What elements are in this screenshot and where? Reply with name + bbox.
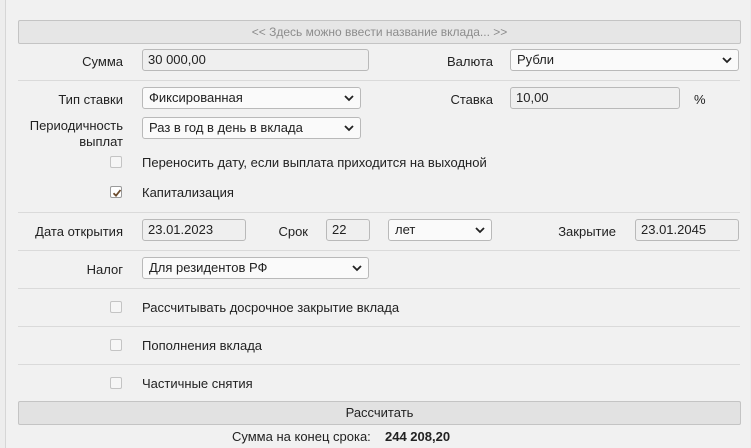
tax-select-value: Для резидентов РФ (149, 260, 268, 275)
move-date-label: Переносить дату, если выплата приходится… (142, 155, 487, 170)
tax-label: Налог (86, 262, 123, 277)
divider (18, 250, 740, 251)
divider (18, 80, 740, 81)
periodicity-label-line1: Периодичность (29, 118, 123, 133)
rate-type-label: Тип ставки (58, 92, 123, 107)
periodicity-select-value: Раз в год в день в вклада (149, 120, 303, 135)
chevron-down-icon (344, 125, 354, 132)
chevron-down-icon (475, 227, 485, 234)
term-label: Срок (278, 224, 308, 239)
result-value: 244 208,20 (385, 429, 451, 444)
divider (18, 212, 740, 213)
rate-unit: % (694, 92, 706, 107)
periodicity-select[interactable]: Раз в год в день в вклада (142, 117, 361, 139)
amount-input[interactable]: 30 000,00 (142, 49, 369, 71)
close-date-input[interactable]: 23.01.2045 (635, 219, 739, 241)
currency-select[interactable]: Рубли (510, 49, 739, 71)
tax-select[interactable]: Для резидентов РФ (142, 257, 369, 279)
move-date-checkbox[interactable] (110, 156, 122, 168)
chevron-down-icon (344, 95, 354, 102)
deposit-name-field[interactable]: << Здесь можно ввести название вклада...… (18, 20, 741, 44)
currency-label: Валюта (447, 54, 493, 69)
open-date-label: Дата открытия (35, 224, 123, 239)
close-date-label: Закрытие (558, 224, 616, 239)
checkmark-icon (112, 189, 122, 198)
divider (18, 364, 740, 365)
chevron-down-icon (352, 265, 362, 272)
divider (18, 288, 740, 289)
rate-input[interactable]: 10,00 (510, 87, 680, 109)
withdrawals-label: Частичные снятия (142, 376, 253, 391)
calculate-button[interactable]: Рассчитать (18, 401, 741, 425)
replenish-checkbox[interactable] (110, 339, 122, 351)
early-close-checkbox[interactable] (110, 301, 122, 313)
capitalization-checkbox[interactable] (110, 186, 122, 198)
divider (18, 326, 740, 327)
term-unit-select-value: лет (395, 222, 416, 237)
result-label: Сумма на конец срока: (232, 429, 371, 444)
term-unit-select[interactable]: лет (388, 219, 492, 241)
chevron-down-icon (722, 57, 732, 64)
currency-select-value: Рубли (517, 52, 555, 67)
rate-type-select-value: Фиксированная (149, 90, 243, 105)
term-input[interactable]: 22 (326, 219, 370, 241)
replenish-label: Пополнения вклада (142, 338, 263, 353)
withdrawals-checkbox[interactable] (110, 377, 122, 389)
open-date-input[interactable]: 23.01.2023 (142, 219, 246, 241)
early-close-label: Рассчитывать досрочное закрытие вклада (142, 300, 400, 315)
periodicity-label: Периодичность выплат (20, 118, 123, 150)
capitalization-label: Капитализация (142, 185, 234, 200)
amount-label: Сумма (82, 54, 123, 69)
rate-label: Ставка (450, 92, 493, 107)
periodicity-label-line2: выплат (79, 134, 123, 149)
rate-type-select[interactable]: Фиксированная (142, 87, 361, 109)
